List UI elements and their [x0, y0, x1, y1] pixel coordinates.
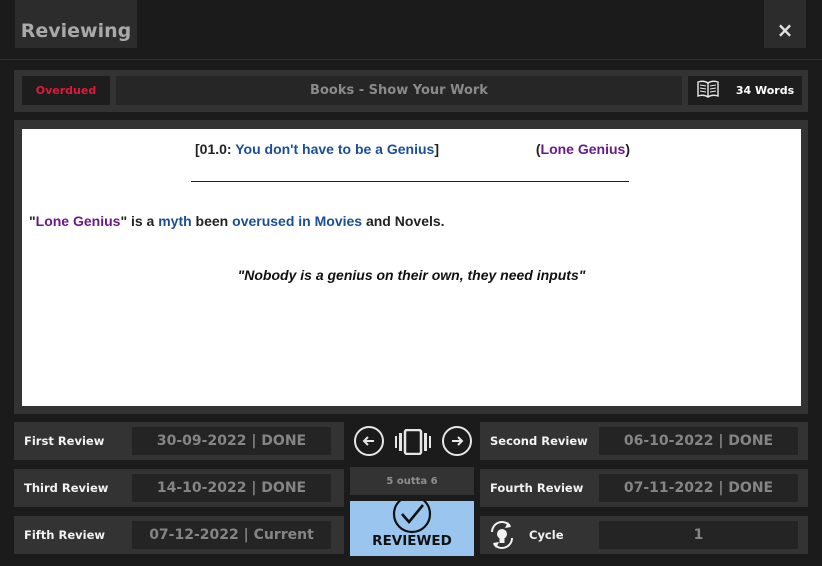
review-row-fourth: Fourth Review 07-11-2022 | DONE [480, 469, 808, 507]
deck-name: Books - Show Your Work [116, 76, 682, 105]
review-label: Fourth Review [490, 481, 584, 495]
card-title-text: You don't have to be a Genius [235, 141, 435, 157]
card-tag-paren-close: ) [625, 141, 630, 157]
card-divider [191, 181, 629, 182]
review-label: Fifth Review [24, 528, 106, 542]
cycle-value: 1 [599, 521, 798, 549]
reviewed-label: REVIEWED [372, 533, 452, 549]
review-label: Second Review [490, 434, 588, 448]
review-label: First Review [24, 434, 105, 448]
body-keyword: overused in Movies [232, 213, 363, 229]
word-count: 34 Words [688, 76, 802, 105]
header-divider [0, 59, 822, 60]
card-quote: "Nobody is a genius on their own, they n… [237, 267, 586, 283]
review-progress: 5 outta 6 [350, 467, 474, 495]
open-book-icon [696, 80, 720, 101]
review-value: 07-11-2022 | DONE [599, 474, 798, 502]
body-text: is a [127, 213, 159, 229]
arrow-right-icon [452, 436, 464, 446]
body-text: and Novels. [362, 213, 445, 229]
review-label: Third Review [24, 481, 109, 495]
next-card-button[interactable] [442, 426, 472, 456]
cycle-label: Cycle [529, 528, 564, 542]
card-title: [01.0: You don't have to be a Genius] [195, 141, 439, 157]
review-value: 07-12-2022 | Current [132, 521, 331, 549]
body-keyword: myth [158, 213, 192, 229]
page-title: Reviewing [15, 0, 137, 48]
card-body: "Lone Genius" is a myth been overused in… [29, 213, 445, 229]
card-tag-text: Lone Genius [540, 141, 626, 157]
card-tag: (Lone Genius) [536, 141, 630, 157]
card-heading: [01.0: You don't have to be a Genius] (L… [195, 141, 630, 157]
review-row-fifth: Fifth Review 07-12-2022 | Current [14, 516, 344, 554]
review-value: 30-09-2022 | DONE [132, 427, 331, 455]
review-value: 06-10-2022 | DONE [599, 427, 798, 455]
review-row-third: Third Review 14-10-2022 | DONE [14, 469, 344, 507]
flashcard: [01.0: You don't have to be a Genius] (L… [22, 129, 801, 406]
close-button[interactable]: × [764, 0, 806, 48]
review-row-second: Second Review 06-10-2022 | DONE [480, 422, 808, 460]
word-count-label: 34 Words [735, 84, 795, 97]
review-row-first: First Review 30-09-2022 | DONE [14, 422, 344, 460]
card-title-bracket: [01.0: [195, 141, 236, 157]
body-text: been [191, 213, 233, 229]
cycle-bulb-icon [486, 519, 518, 555]
check-circle-icon [392, 501, 432, 534]
body-quote-open: " [29, 213, 36, 229]
arrow-left-icon [362, 436, 374, 446]
review-value: 14-10-2022 | DONE [132, 474, 331, 502]
prev-card-button[interactable] [354, 426, 384, 456]
body-term: Lone Genius [35, 213, 121, 229]
status-badge: Overdued [22, 76, 110, 105]
card-carousel-icon [395, 428, 431, 459]
card-title-bracket-close: ] [434, 141, 439, 157]
reviewed-button[interactable]: REVIEWED [350, 501, 474, 556]
cycle-row: Cycle 1 [480, 516, 808, 554]
